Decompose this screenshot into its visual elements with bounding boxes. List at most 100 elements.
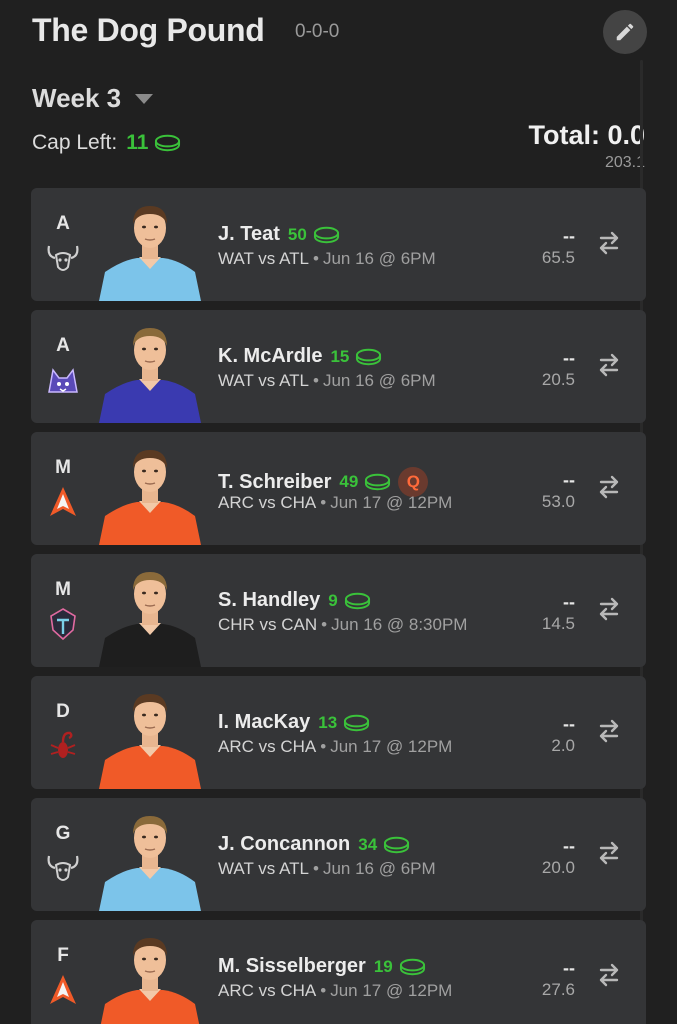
player-name-line: M. Sisselberger 19 [218, 955, 426, 978]
matchup: WAT vs ATL [218, 371, 309, 390]
player-score: -- [563, 836, 575, 856]
bull-skull-icon [47, 245, 79, 271]
game-info: CHR vs CAN • Jun 16 @ 8:30PM [218, 615, 467, 635]
projected-total: 203.1 [604, 154, 645, 171]
matchup: ARC vs CHA [218, 981, 317, 1000]
player-projection: 65.5 [541, 248, 575, 267]
player-card-2[interactable]: M T. Schreiber 49 Q ARC vs CHA • Jun 17 @ … [31, 432, 646, 545]
player-score: -- [563, 958, 575, 978]
player-projection: 53.0 [541, 492, 575, 511]
player-name-line: J. Teat 50 [218, 223, 340, 246]
swap-icon[interactable] [596, 352, 622, 378]
swap-icon[interactable] [596, 474, 622, 500]
coin-icon [344, 714, 370, 731]
player-name-line: S. Handley 9 [218, 589, 371, 612]
coin-icon [313, 226, 339, 243]
chevron-down-icon [135, 93, 154, 104]
player-name[interactable]: J. Concannon [218, 833, 350, 856]
coin-icon [155, 134, 181, 152]
player-name[interactable]: K. McArdle [218, 345, 322, 368]
player-name[interactable]: M. Sisselberger [218, 955, 366, 978]
team-name: The Dog Pound [32, 12, 265, 48]
scorpion-icon [50, 731, 76, 758]
separator-dot: • [313, 249, 319, 268]
wolf-icon [48, 368, 78, 393]
player-salary: 19 [373, 956, 393, 976]
player-card-6[interactable]: F M. Sisselberger 19 ARC vs CHA • Jun 17 @… [31, 920, 646, 1024]
player-score: -- [563, 348, 575, 368]
game-time: Jun 17 @ 12PM [330, 981, 453, 1000]
player-score: -- [563, 714, 575, 734]
matchup: CHR vs CAN [218, 615, 318, 634]
separator-dot: • [321, 615, 328, 634]
game-info: ARC vs CHA • Jun 17 @ 12PM [218, 981, 452, 1001]
player-salary: 34 [358, 834, 378, 854]
player-salary: 9 [328, 590, 338, 610]
roster-list: A J. Teat 50 WAT vs ATL • Jun 16 @ 6PM -- … [31, 188, 646, 1024]
player-salary: 50 [287, 224, 307, 244]
coin-icon [384, 836, 410, 853]
swap-icon[interactable] [596, 840, 622, 866]
player-card-3[interactable]: M S. Handley 9 CHR vs CAN • Jun 16 @ 8:30P… [31, 554, 646, 667]
player-card-5[interactable]: G J. Concannon 34 WAT vs ATL • Jun 16 @ 6P… [31, 798, 646, 911]
cap-left-label: Cap Left: [32, 131, 118, 154]
position-label: M [55, 579, 71, 600]
player-photo [99, 694, 201, 789]
swap-icon[interactable] [596, 596, 622, 622]
player-score: -- [563, 470, 575, 490]
cap-left-value: 11 [126, 131, 149, 154]
position-label: G [55, 823, 71, 844]
swap-icon[interactable] [596, 230, 622, 256]
coin-icon [344, 592, 370, 609]
player-photo [99, 816, 201, 911]
archer-arrow-icon [50, 975, 76, 1004]
player-score: -- [563, 592, 575, 612]
player-name[interactable]: T. Schreiber [218, 471, 331, 494]
player-photo [99, 206, 201, 301]
coin-icon [356, 348, 382, 365]
separator-dot: • [313, 859, 319, 878]
matchup: WAT vs ATL [218, 859, 309, 878]
game-info: ARC vs CHA • Jun 17 @ 12PM [218, 737, 452, 757]
header: The Dog Pound 0-0-0 [32, 10, 647, 54]
player-score: -- [563, 226, 575, 246]
swap-icon[interactable] [596, 718, 622, 744]
cap-left: Cap Left: 11 [32, 131, 181, 155]
player-salary: 49 [339, 472, 359, 491]
player-photo [100, 938, 200, 1024]
position-label: F [57, 945, 69, 966]
player-name-line: I. MacKay 13 [218, 711, 370, 734]
week-label: Week 3 [32, 83, 122, 113]
pencil-icon [616, 23, 634, 41]
separator-dot: • [320, 737, 327, 756]
player-card-0[interactable]: A J. Teat 50 WAT vs ATL • Jun 16 @ 6PM -- … [31, 188, 646, 301]
archer-arrow-icon [50, 487, 76, 516]
player-salary: 13 [318, 712, 338, 732]
game-time: Jun 16 @ 6PM [322, 371, 436, 390]
game-info: WAT vs ATL • Jun 16 @ 6PM [218, 859, 436, 879]
position-label: D [56, 701, 70, 722]
position-label: A [56, 213, 70, 234]
edit-team-button[interactable] [603, 10, 647, 54]
separator-dot: • [313, 371, 319, 390]
bull-skull-icon [47, 855, 79, 881]
player-card-1[interactable]: A K. McArdle 15 WAT vs ATL • Jun 16 @ 6PM … [31, 310, 646, 423]
total-score: Total: 0.0 [528, 120, 645, 150]
game-info: WAT vs ATL • Jun 16 @ 6PM [218, 371, 436, 391]
swap-icon[interactable] [596, 962, 622, 988]
player-name[interactable]: S. Handley [218, 589, 320, 612]
game-time: Jun 17 @ 12PM [330, 737, 453, 756]
game-time: Jun 17 @ 12PM [330, 493, 453, 512]
player-name[interactable]: J. Teat [218, 223, 280, 246]
player-photo [99, 572, 201, 667]
coin-icon [399, 958, 425, 975]
matchup: ARC vs CHA [218, 493, 317, 512]
game-time: Jun 16 @ 8:30PM [331, 615, 468, 634]
player-card-4[interactable]: D I. MacKay 13 ARC vs CHA • Jun 17 @ 12PM … [31, 676, 646, 789]
week-selector[interactable]: Week 3 [32, 83, 154, 114]
chaos-shield-icon [50, 608, 76, 641]
player-projection: 27.6 [541, 980, 575, 999]
game-time: Jun 16 @ 6PM [322, 249, 436, 268]
player-name[interactable]: I. MacKay [218, 711, 310, 734]
separator-dot: • [320, 981, 327, 1000]
